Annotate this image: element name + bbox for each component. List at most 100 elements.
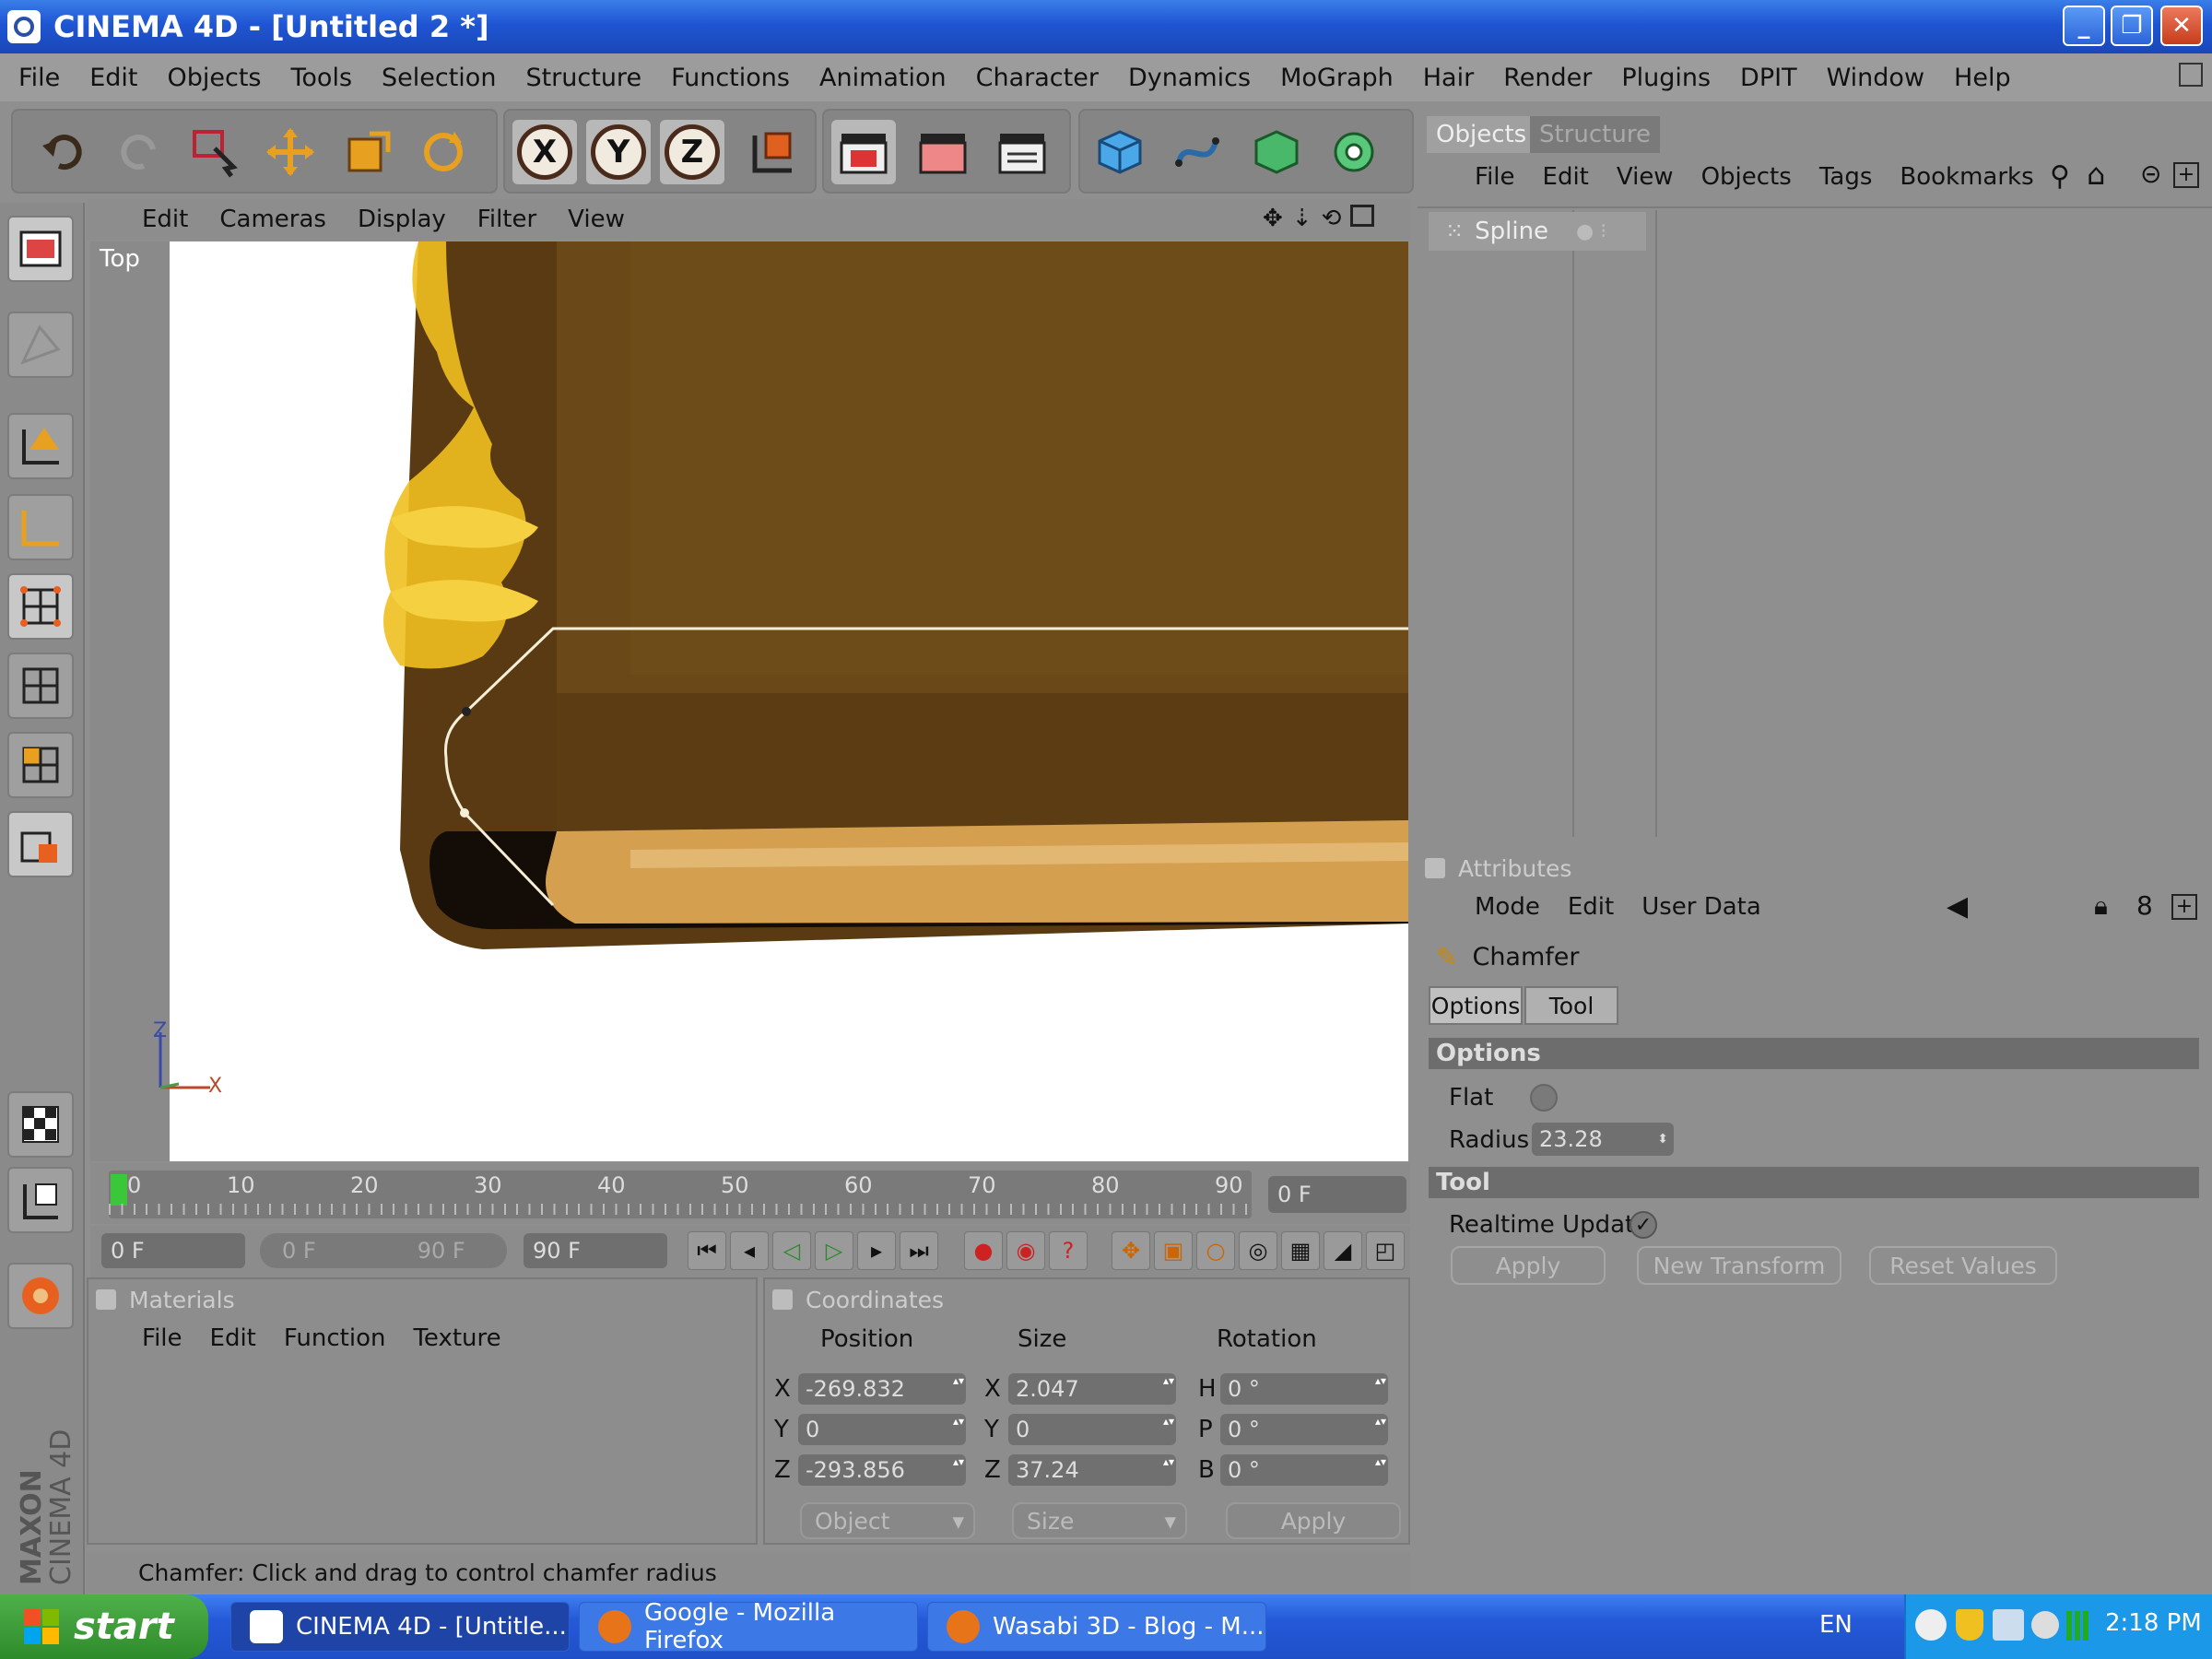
network-icon[interactable] <box>1915 1609 1947 1641</box>
new-panel-icon[interactable]: + <box>2173 162 2199 188</box>
objects-menu-objects[interactable]: Objects <box>1701 163 1792 191</box>
nurbs-icon[interactable] <box>1244 120 1309 184</box>
search-icon[interactable]: ⚲ <box>2050 160 2070 193</box>
menu-functions[interactable]: Functions <box>671 64 790 92</box>
undo-icon[interactable] <box>29 120 94 184</box>
array-icon[interactable] <box>1322 120 1386 184</box>
start-button[interactable]: start <box>0 1594 208 1659</box>
home-icon[interactable]: ⌂ <box>2087 157 2105 192</box>
texture-mode-icon[interactable] <box>7 1091 74 1158</box>
model-mode-icon[interactable] <box>7 494 74 560</box>
render-view-icon[interactable] <box>831 120 896 184</box>
pan-view-icon[interactable]: ✥ <box>1263 205 1283 234</box>
realtime-update-checkbox[interactable]: ✓ <box>1630 1211 1657 1239</box>
preview-range-slider[interactable]: 0 F 90 F <box>260 1233 507 1268</box>
menu-structure[interactable]: Structure <box>525 64 641 92</box>
y-axis-lock-button[interactable]: Y <box>586 120 651 184</box>
key-position-icon[interactable]: ✥ <box>1112 1231 1150 1270</box>
tab-options[interactable]: Options <box>1429 986 1523 1025</box>
size-x-field[interactable]: 2.047 <box>1008 1373 1176 1405</box>
animation-mode-icon[interactable] <box>7 811 74 877</box>
lock-icon[interactable]: 🔒︎ <box>2094 890 2108 922</box>
attributes-menu-mode[interactable]: Mode <box>1475 893 1540 921</box>
key-scale-icon[interactable]: ▣ <box>1154 1231 1193 1270</box>
menu-hair[interactable]: Hair <box>1423 64 1474 92</box>
rot-p-field[interactable]: 0 ° <box>1220 1414 1388 1445</box>
coordinate-mode-dropdown[interactable]: Object ▾ <box>800 1502 975 1539</box>
new-panel-icon[interactable]: + <box>2171 894 2197 920</box>
attributes-menu-user-data[interactable]: User Data <box>1641 893 1761 921</box>
menu-selection[interactable]: Selection <box>382 64 496 92</box>
keyframe-selection-icon[interactable]: ? <box>1049 1231 1088 1270</box>
autokey-icon[interactable]: ◉ <box>1006 1231 1045 1270</box>
move-icon[interactable] <box>258 120 323 184</box>
viewport-menu-filter[interactable]: Filter <box>477 206 536 233</box>
menu-character[interactable]: Character <box>976 64 1099 92</box>
scale-icon[interactable] <box>335 120 400 184</box>
polygons-mode-icon[interactable] <box>7 732 74 798</box>
task-firefox-google[interactable]: Google - Mozilla Firefox <box>579 1599 918 1654</box>
objects-menu-file[interactable]: File <box>1475 163 1515 191</box>
start-frame-field[interactable]: 0 F <box>101 1233 245 1268</box>
objects-menu-edit[interactable]: Edit <box>1543 163 1589 191</box>
end-frame-field[interactable]: 90 F <box>524 1233 667 1268</box>
minimize-button[interactable]: _ <box>2063 6 2105 46</box>
menu-mograph[interactable]: MoGraph <box>1280 64 1394 92</box>
pos-y-field[interactable]: 0 <box>798 1414 966 1445</box>
go-to-end-icon[interactable]: ⏭ <box>900 1231 938 1270</box>
close-button[interactable]: ✕ <box>2160 6 2203 46</box>
rotate-icon[interactable] <box>411 120 476 184</box>
live-selection-icon[interactable] <box>182 120 247 184</box>
current-frame-field[interactable]: 0 F <box>1268 1176 1406 1213</box>
link-icon[interactable]: 8 <box>2136 890 2153 921</box>
visibility-dots-icon[interactable]: ● ⁝ <box>1576 220 1606 243</box>
coordinates-apply-button[interactable]: Apply <box>1226 1502 1401 1539</box>
pos-x-field[interactable]: -269.832 <box>798 1373 966 1405</box>
materials-menu-file[interactable]: File <box>142 1324 182 1352</box>
key-rotation-icon[interactable]: ○ <box>1196 1231 1235 1270</box>
zoom-view-icon[interactable]: ⇣ <box>1292 205 1312 234</box>
objects-menu-bookmarks[interactable]: Bookmarks <box>1900 163 2033 191</box>
maximize-view-icon[interactable] <box>1350 205 1375 227</box>
go-to-start-icon[interactable]: ⏮ <box>688 1231 726 1270</box>
objects-menu-tags[interactable]: Tags <box>1819 163 1873 191</box>
menu-plugins[interactable]: Plugins <box>1621 64 1711 92</box>
cube-primitive-icon[interactable] <box>1088 120 1152 184</box>
reset-values-button[interactable]: Reset Values <box>1869 1246 2057 1285</box>
mesh-mode-icon[interactable] <box>7 312 74 378</box>
play-forward-icon[interactable]: ▷ <box>815 1231 853 1270</box>
z-axis-lock-button[interactable]: Z <box>660 120 724 184</box>
maximize-button[interactable]: ❐ <box>2111 6 2153 46</box>
audio-icon[interactable] <box>2031 1611 2059 1639</box>
menu-animation[interactable]: Animation <box>819 64 947 92</box>
scheme-icon[interactable]: ◰ <box>1366 1231 1405 1270</box>
viewport-menu-cameras[interactable]: Cameras <box>219 206 326 233</box>
timeline-ruler[interactable]: 0 10 20 30 40 50 60 70 80 90 <box>109 1171 1252 1218</box>
viewport-menu-view[interactable]: View <box>568 206 625 233</box>
next-key-icon[interactable]: ▸ <box>857 1231 896 1270</box>
rotate-view-icon[interactable]: ⟲ <box>1322 205 1342 234</box>
texture-axis-icon[interactable] <box>7 1167 74 1233</box>
task-cinema4d[interactable]: CINEMA 4D - [Untitle... <box>230 1602 570 1652</box>
menu-edit[interactable]: Edit <box>89 64 137 92</box>
security-shield-icon[interactable] <box>1956 1609 1983 1641</box>
previous-key-icon[interactable]: ◂ <box>730 1231 769 1270</box>
menu-file[interactable]: File <box>18 64 60 92</box>
size-z-field[interactable]: 37.24 <box>1008 1454 1176 1486</box>
monitor-icon[interactable] <box>1993 1609 2024 1641</box>
use-camera-icon[interactable] <box>7 216 74 282</box>
menu-help[interactable]: Help <box>1954 64 2011 92</box>
tab-objects[interactable]: Objects <box>1427 116 1536 153</box>
size-mode-dropdown[interactable]: Size ▾ <box>1012 1502 1187 1539</box>
menu-objects[interactable]: Objects <box>167 64 261 92</box>
object-axis-icon[interactable] <box>7 413 74 479</box>
render-region-icon[interactable] <box>911 120 975 184</box>
materials-menu-edit[interactable]: Edit <box>210 1324 256 1352</box>
rot-h-field[interactable]: 0 ° <box>1220 1373 1388 1405</box>
tab-structure[interactable]: Structure <box>1530 116 1660 153</box>
workplane-icon[interactable] <box>7 1263 74 1329</box>
x-axis-lock-button[interactable]: X <box>512 120 577 184</box>
materials-menu-function[interactable]: Function <box>284 1324 386 1352</box>
tab-tool[interactable]: Tool <box>1524 986 1618 1025</box>
size-y-field[interactable]: 0 <box>1008 1414 1176 1445</box>
